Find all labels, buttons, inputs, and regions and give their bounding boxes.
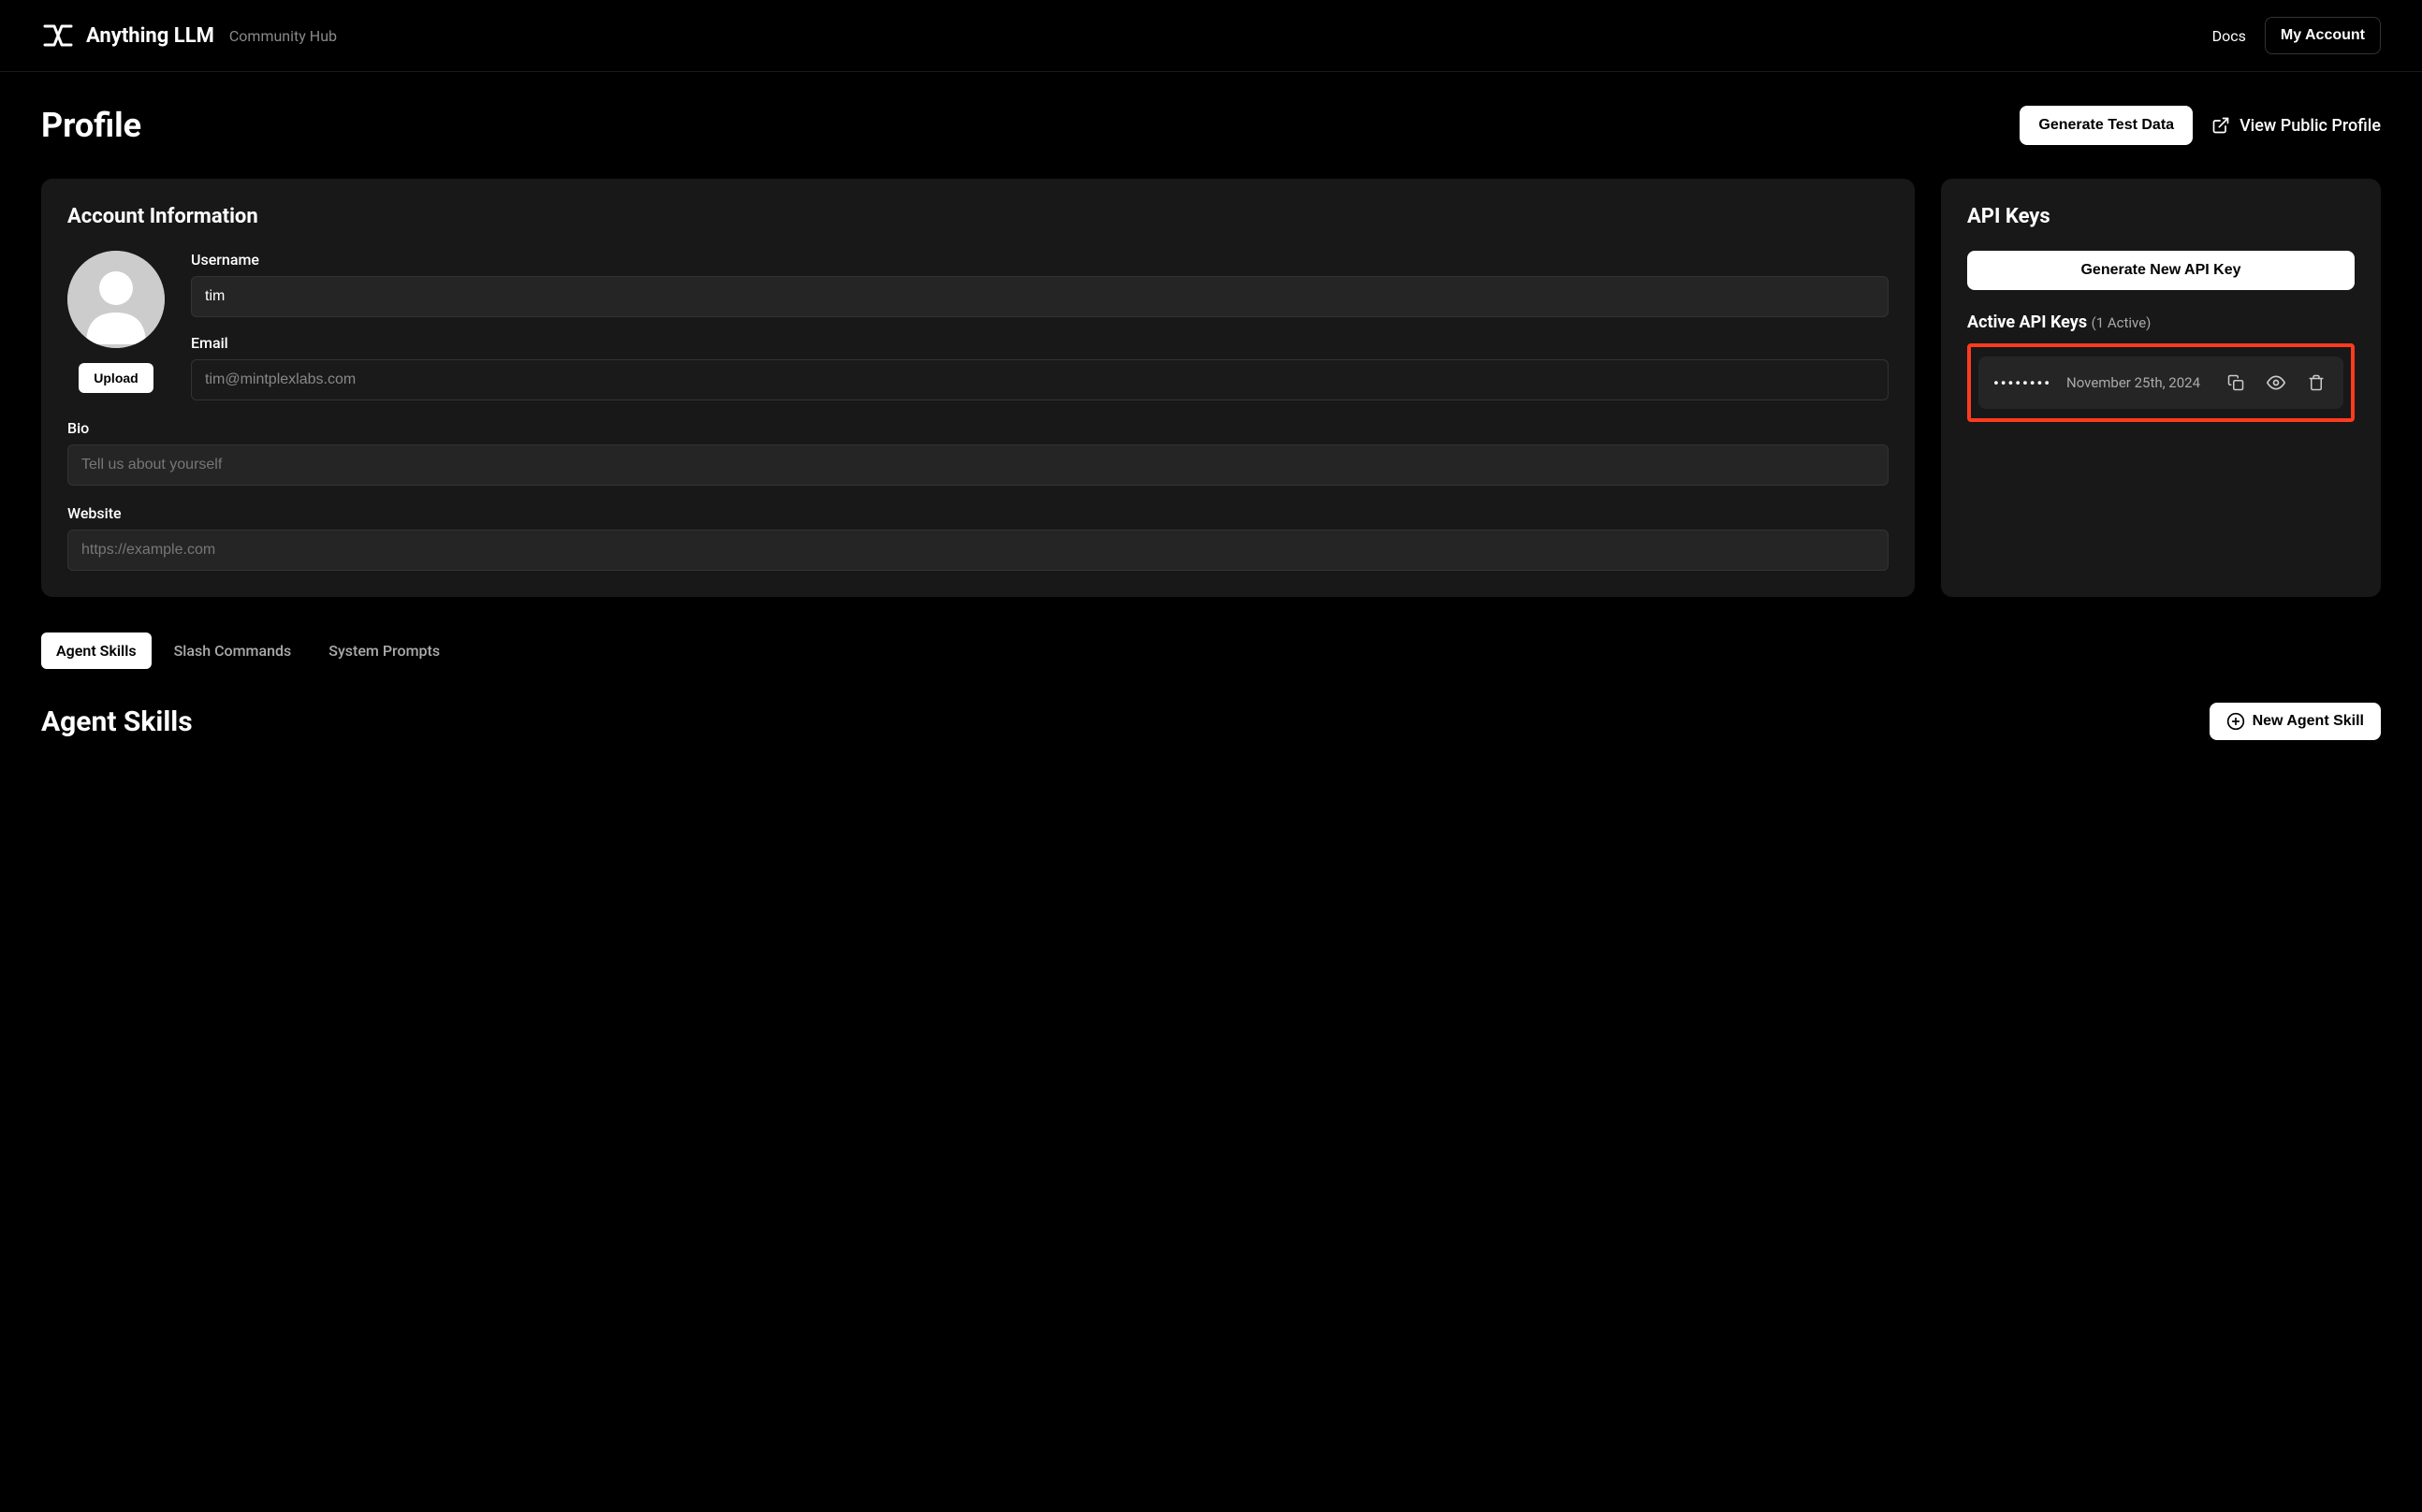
new-skill-label: New Agent Skill: [2253, 713, 2364, 730]
avatar-column: Upload: [67, 251, 165, 400]
bio-field-group: Bio: [67, 419, 1889, 486]
email-label: Email: [191, 334, 1889, 352]
logo-group[interactable]: Anything LLM Community Hub: [41, 19, 337, 52]
tabs: Agent Skills Slash Commands System Promp…: [41, 632, 2381, 669]
bio-input[interactable]: [67, 444, 1889, 486]
brand-subtitle: Community Hub: [229, 27, 337, 45]
view-public-profile-link[interactable]: View Public Profile: [2211, 116, 2381, 136]
website-field-group: Website: [67, 504, 1889, 571]
api-key-date: November 25th, 2024: [2066, 374, 2209, 391]
new-agent-skill-button[interactable]: New Agent Skill: [2210, 703, 2381, 740]
agent-skills-section-header: Agent Skills New Agent Skill: [41, 703, 2381, 740]
username-label: Username: [191, 251, 1889, 269]
upload-avatar-button[interactable]: Upload: [79, 363, 153, 393]
agent-skills-title: Agent Skills: [41, 705, 193, 738]
username-input[interactable]: [191, 276, 1889, 317]
brand-name: Anything LLM: [86, 24, 214, 48]
username-field-group: Username: [191, 251, 1889, 317]
tab-system-prompts[interactable]: System Prompts: [314, 632, 455, 669]
view-public-label: View Public Profile: [2240, 116, 2381, 136]
account-card-title: Account Information: [67, 205, 1889, 228]
app-header: Anything LLM Community Hub Docs My Accou…: [0, 0, 2422, 72]
bio-label: Bio: [67, 419, 1889, 437]
api-card-title: API Keys: [1967, 205, 2355, 228]
account-info-card: Account Information Upload Username: [41, 179, 1915, 597]
eye-icon: [2267, 373, 2285, 392]
api-key-highlight-box: •••••••• November 25th, 2024: [1967, 343, 2355, 422]
page-actions: Generate Test Data View Public Profile: [2020, 106, 2381, 145]
page-title: Profile: [41, 106, 141, 145]
logo-icon: [41, 19, 75, 52]
delete-key-button[interactable]: [2304, 371, 2328, 395]
website-label: Website: [67, 504, 1889, 522]
email-field-group: Email: [191, 334, 1889, 400]
avatar: [67, 251, 165, 348]
page-header: Profile Generate Test Data View Public P…: [41, 106, 2381, 145]
active-keys-count: (1 Active): [2092, 314, 2152, 331]
website-input[interactable]: [67, 530, 1889, 571]
header-nav: Docs My Account: [2212, 17, 2381, 54]
active-keys-label: Active API Keys: [1967, 313, 2087, 332]
generate-test-data-button[interactable]: Generate Test Data: [2020, 106, 2193, 145]
tab-slash-commands[interactable]: Slash Commands: [159, 632, 307, 669]
plus-circle-icon: [2226, 712, 2245, 731]
generate-api-key-button[interactable]: Generate New API Key: [1967, 251, 2355, 290]
reveal-key-button[interactable]: [2263, 370, 2289, 396]
api-key-masked: ••••••••: [1993, 374, 2051, 392]
my-account-button[interactable]: My Account: [2265, 17, 2381, 54]
docs-link[interactable]: Docs: [2212, 27, 2246, 45]
tab-agent-skills[interactable]: Agent Skills: [41, 632, 152, 669]
copy-key-button[interactable]: [2224, 371, 2248, 395]
copy-icon: [2227, 374, 2244, 391]
trash-icon: [2308, 374, 2325, 391]
api-key-row: •••••••• November 25th, 2024: [1978, 356, 2343, 409]
external-link-icon: [2211, 116, 2230, 135]
active-keys-heading: Active API Keys (1 Active): [1967, 313, 2355, 332]
email-input: [191, 359, 1889, 400]
api-keys-card: API Keys Generate New API Key Active API…: [1941, 179, 2381, 597]
